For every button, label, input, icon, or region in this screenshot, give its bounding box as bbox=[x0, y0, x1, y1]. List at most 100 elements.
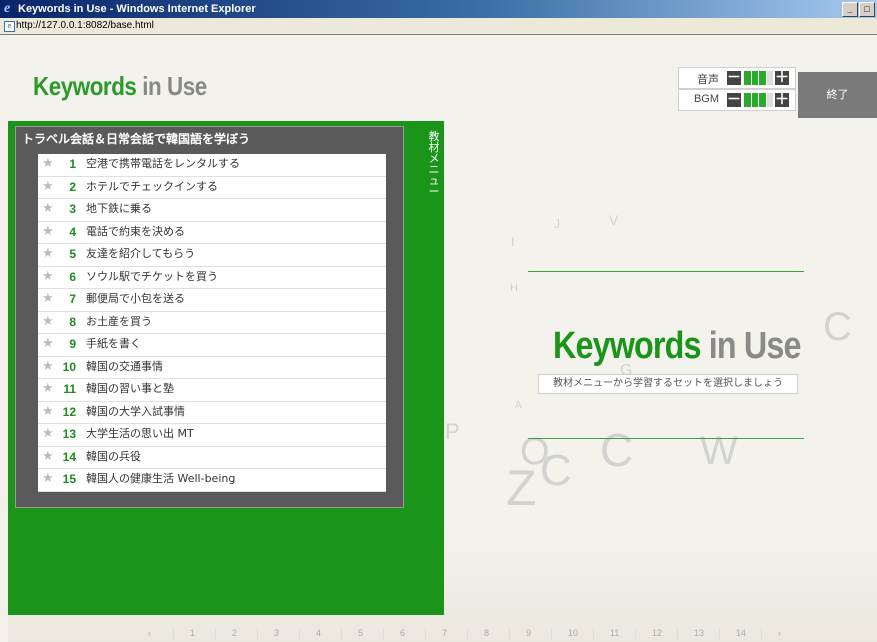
menu-item-10[interactable]: ★ 10 韓国の交通事情 bbox=[38, 357, 386, 379]
menu-item-7[interactable]: ★ 7 郵便局で小包を送る bbox=[38, 289, 386, 312]
menu-item-6[interactable]: ★ 6 ソウル駅でチケットを買う bbox=[38, 267, 386, 289]
nav-page-3[interactable]: 3 bbox=[274, 628, 279, 638]
nav-separator bbox=[341, 628, 342, 640]
maximize-button[interactable]: □ bbox=[859, 2, 875, 17]
nav-page-10[interactable]: 10 bbox=[568, 628, 578, 638]
nav-separator bbox=[257, 628, 258, 640]
menu-item-number: 6 bbox=[69, 269, 76, 284]
menu-item-number: 14 bbox=[62, 449, 76, 464]
logo-word-keywords: Keywords bbox=[33, 71, 137, 101]
menu-item-3[interactable]: ★ 3 地下鉄に乗る bbox=[38, 199, 386, 222]
nav-page-12[interactable]: 12 bbox=[652, 628, 662, 638]
volume-label: 音声 bbox=[697, 74, 719, 86]
nav-page-13[interactable]: 13 bbox=[694, 628, 704, 638]
nav-prev[interactable]: ‹ bbox=[148, 628, 151, 638]
nav-page-14[interactable]: 14 bbox=[736, 628, 746, 638]
menu-item-label: ソウル駅でチケットを買う bbox=[86, 269, 218, 283]
logo-word-use: Use bbox=[167, 71, 207, 101]
volume-minus-button[interactable]: － bbox=[727, 70, 741, 85]
select-set-prompt: 教材メニューから学習するセットを選択しましょう bbox=[538, 374, 798, 394]
menu-item-label: 手紙を書く bbox=[86, 337, 141, 350]
nav-page-11[interactable]: 11 bbox=[610, 628, 619, 638]
menu-item-number: 1 bbox=[69, 157, 76, 171]
star-icon: ★ bbox=[42, 358, 54, 374]
menu-item-label: 韓国の交通事情 bbox=[86, 359, 163, 373]
menu-item-12[interactable]: ★ 12 韓国の大学入試事情 bbox=[38, 402, 386, 424]
menu-item-13[interactable]: ★ 13 大学生活の思い出 MT bbox=[38, 424, 386, 447]
exit-button[interactable]: 終了 bbox=[798, 72, 877, 118]
bgm-level-meter[interactable] bbox=[744, 93, 773, 107]
volume-level-meter[interactable] bbox=[744, 71, 773, 85]
menu-item-number: 10 bbox=[62, 359, 76, 374]
menu-item-label: 韓国の兵役 bbox=[86, 449, 141, 463]
nav-separator bbox=[677, 628, 678, 640]
level-segment bbox=[766, 93, 773, 107]
nav-page-7[interactable]: 7 bbox=[442, 628, 447, 638]
nav-separator bbox=[383, 628, 384, 640]
menu-item-label: ホテルでチェックインする bbox=[86, 179, 218, 193]
level-segment bbox=[751, 71, 758, 85]
logo-word-in: in bbox=[142, 71, 162, 101]
menu-item-5[interactable]: ★ 5 友達を紹介してもらう bbox=[38, 244, 386, 267]
menu-item-1[interactable]: ★ 1 空港で携帯電話をレンタルする bbox=[38, 154, 386, 177]
star-icon: ★ bbox=[42, 246, 54, 261]
bgm-plus-button[interactable]: ＋ bbox=[775, 92, 789, 107]
deco-letter: P bbox=[445, 419, 460, 444]
menu-item-number: 4 bbox=[69, 224, 76, 239]
nav-separator bbox=[173, 628, 174, 640]
star-icon: ★ bbox=[42, 201, 54, 216]
menu-item-14[interactable]: ★ 14 韓国の兵役 bbox=[38, 447, 386, 469]
nav-separator bbox=[551, 628, 552, 640]
menu-item-number: 15 bbox=[62, 472, 76, 486]
nav-page-4[interactable]: 4 bbox=[316, 628, 321, 638]
page-content: Keywords in Use 音声 － ＋ BGM － ＋ 終了 トラベル会話… bbox=[8, 35, 877, 642]
header-logo: Keywords in Use bbox=[33, 71, 207, 102]
menu-item-label: 韓国の習い事と塾 bbox=[86, 382, 174, 395]
volume-control: 音声 － ＋ bbox=[678, 67, 796, 89]
nav-next[interactable]: › bbox=[778, 628, 781, 638]
menu-side-tab[interactable]: 教材メニュー bbox=[428, 131, 440, 197]
main-logo-word-keywords: Keywords bbox=[553, 325, 701, 367]
deco-letter: J bbox=[554, 217, 560, 231]
bgm-control: BGM － ＋ bbox=[678, 89, 796, 111]
audio-controls: 音声 － ＋ BGM － ＋ bbox=[678, 67, 796, 111]
page-icon: e bbox=[4, 21, 15, 32]
menu-item-label: 韓国の大学入試事情 bbox=[86, 404, 185, 418]
nav-separator bbox=[299, 628, 300, 640]
nav-separator bbox=[593, 628, 594, 640]
volume-plus-button[interactable]: ＋ bbox=[775, 70, 789, 85]
deco-letter: W bbox=[700, 429, 738, 473]
menu-item-number: 9 bbox=[69, 337, 76, 351]
menu-item-label: 郵便局で小包を送る bbox=[86, 292, 185, 305]
level-segment bbox=[744, 71, 751, 85]
menu-item-2[interactable]: ★ 2 ホテルでチェックインする bbox=[38, 177, 386, 199]
divider-top bbox=[528, 271, 804, 272]
star-icon: ★ bbox=[42, 381, 54, 396]
level-segment bbox=[766, 71, 773, 85]
minimize-button[interactable]: _ bbox=[842, 2, 858, 17]
menu-item-number: 2 bbox=[69, 179, 76, 194]
menu-item-4[interactable]: ★ 4 電話で約束を決める bbox=[38, 222, 386, 244]
address-url[interactable]: http://127.0.0.1:8082/base.html bbox=[16, 18, 154, 34]
nav-page-1[interactable]: 1 bbox=[190, 628, 195, 638]
menu-item-label: 電話で約束を決める bbox=[86, 224, 185, 238]
menu-item-15[interactable]: ★ 15 韓国人の健康生活 Well-being bbox=[38, 469, 386, 492]
nav-page-2[interactable]: 2 bbox=[232, 628, 237, 638]
menu-box: トラベル会話＆日常会話で韓国語を学ぼう ★ 1 空港で携帯電話をレンタルする ★ 2 ホテ… bbox=[15, 126, 404, 508]
nav-page-9[interactable]: 9 bbox=[526, 628, 531, 638]
menu-item-9[interactable]: ★ 9 手紙を書く bbox=[38, 334, 386, 357]
main-logo: Keywords in Use bbox=[553, 325, 801, 368]
nav-page-8[interactable]: 8 bbox=[484, 628, 489, 638]
bgm-minus-button[interactable]: － bbox=[727, 92, 741, 107]
menu-item-8[interactable]: ★ 8 お土産を買う bbox=[38, 312, 386, 334]
nav-page-5[interactable]: 5 bbox=[358, 628, 363, 638]
level-segment bbox=[759, 93, 766, 107]
address-bar[interactable]: e http://127.0.0.1:8082/base.html bbox=[0, 18, 877, 35]
nav-separator bbox=[215, 628, 216, 640]
nav-separator bbox=[719, 628, 720, 640]
menu-item-number: 12 bbox=[62, 404, 76, 419]
menu-item-label: 空港で携帯電話をレンタルする bbox=[86, 157, 240, 170]
menu-item-11[interactable]: ★ 11 韓国の習い事と塾 bbox=[38, 379, 386, 402]
nav-page-6[interactable]: 6 bbox=[400, 628, 405, 638]
deco-letter: A bbox=[515, 400, 522, 411]
